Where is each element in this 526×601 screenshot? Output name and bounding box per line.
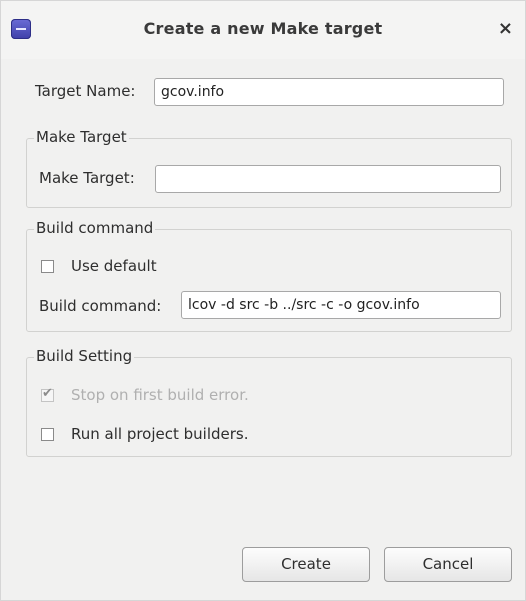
cancel-button[interactable]: Cancel <box>384 547 512 582</box>
close-icon[interactable]: × <box>498 18 513 39</box>
make-target-input[interactable] <box>155 165 501 193</box>
target-name-label: Target Name: <box>35 82 136 100</box>
title-bar: Create a new Make target × <box>1 1 525 59</box>
create-button[interactable]: Create <box>242 547 370 582</box>
dialog-window: Create a new Make target × Target Name: … <box>0 0 526 601</box>
make-target-label: Make Target: <box>39 169 135 187</box>
build-setting-legend: Build Setting <box>34 347 135 365</box>
use-default-label[interactable]: Use default <box>71 257 157 275</box>
run-all-builders-checkbox[interactable] <box>41 428 54 441</box>
build-command-legend: Build command <box>34 219 156 237</box>
stop-on-error-checkbox[interactable] <box>41 386 54 402</box>
stop-on-error-label[interactable]: Stop on first build error. <box>71 386 249 404</box>
target-name-input[interactable] <box>154 78 504 106</box>
make-target-legend: Make Target <box>34 128 129 146</box>
run-all-builders-label[interactable]: Run all project builders. <box>71 425 249 443</box>
use-default-checkbox[interactable] <box>41 260 54 273</box>
build-command-label: Build command: <box>39 297 162 315</box>
dialog-title: Create a new Make target <box>143 19 383 38</box>
build-command-input[interactable] <box>181 291 501 319</box>
